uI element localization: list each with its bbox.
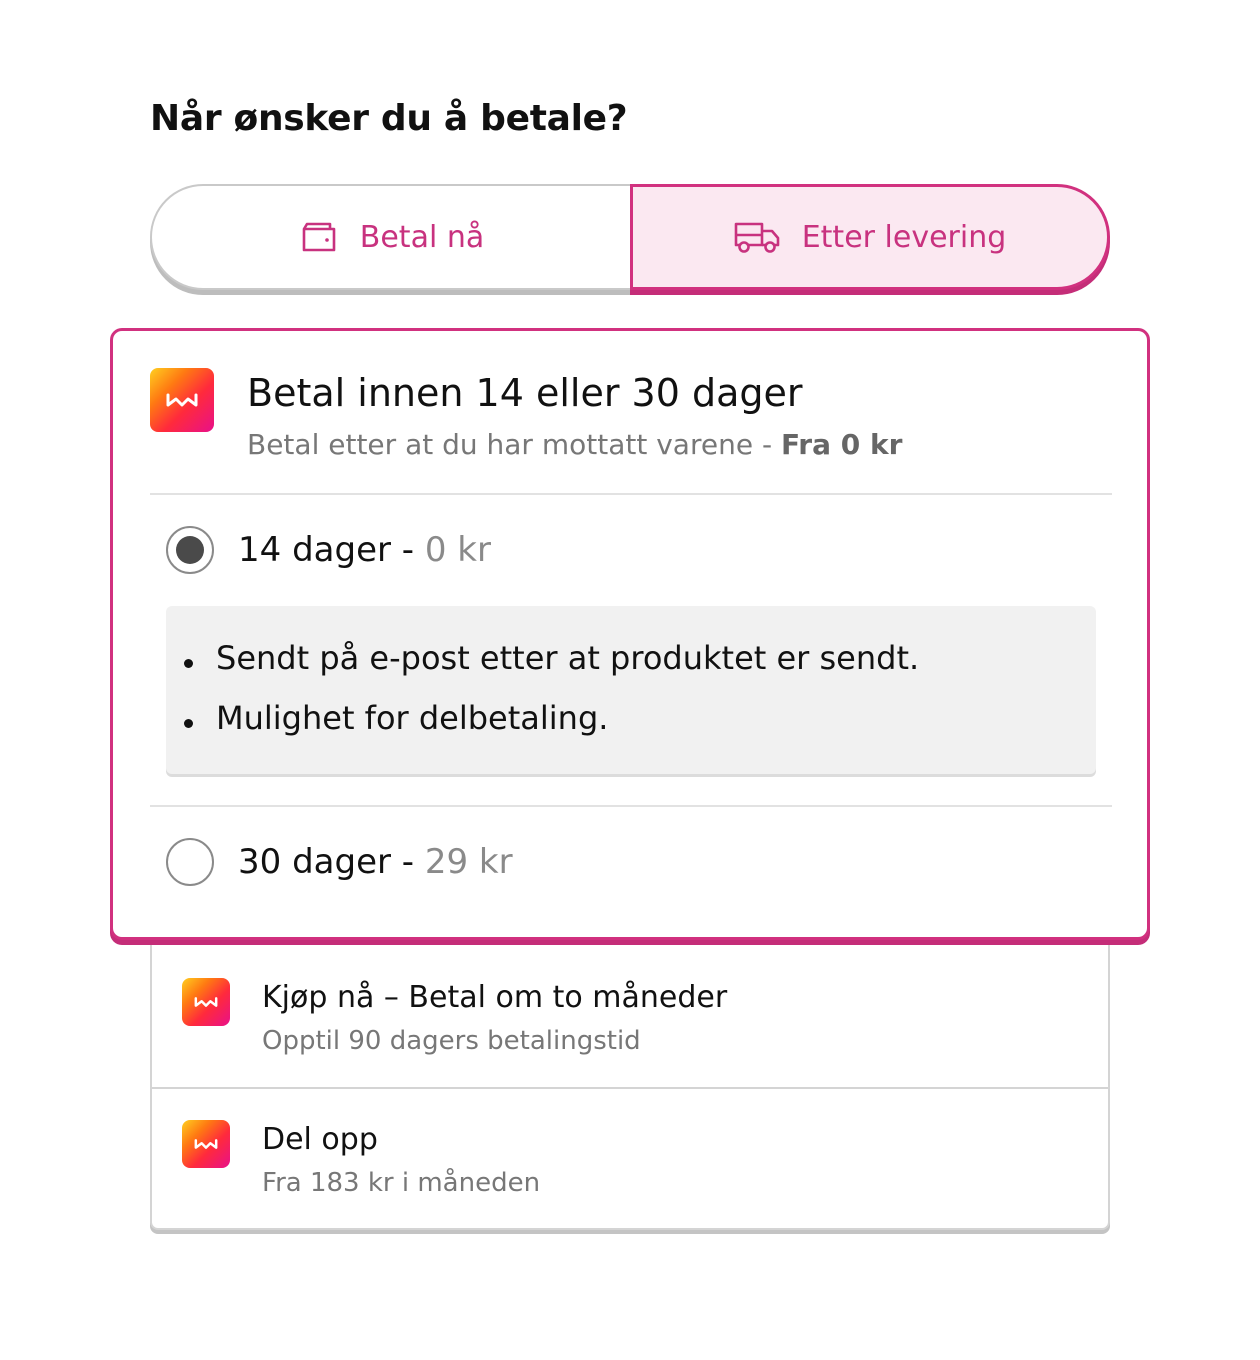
page-heading: Når ønsker du å betale? (150, 98, 628, 139)
pay-within-card[interactable]: Betal innen 14 eller 30 dager Betal ette… (110, 328, 1150, 940)
option-buy-now-pay-later[interactable]: Kjøp nå – Betal om to måneder Opptil 90 … (152, 938, 1108, 1080)
payment-timing-toggle: Betal nå Etter levering (150, 184, 1110, 298)
pay-now-tab[interactable]: Betal nå (150, 184, 632, 290)
walley-logo-icon (150, 368, 214, 432)
card-subtitle-price: Fra 0 kr (780, 428, 903, 461)
option-30-days-price: 29 kr (424, 842, 513, 882)
after-delivery-tab[interactable]: Etter levering (630, 184, 1110, 290)
option-30-days-label[interactable]: 30 dager - 29 kr (238, 842, 513, 882)
option-14-days-label[interactable]: 14 dager - 0 kr (238, 530, 491, 570)
option-split-payment[interactable]: Del opp Fra 183 kr i måneden (152, 1089, 1108, 1231)
option-info-box: Sendt på e-post etter at produktet er se… (166, 606, 1096, 774)
option-subtitle: Fra 183 kr i måneden (262, 1168, 541, 1198)
other-payment-options: Kjøp nå – Betal om to måneder Opptil 90 … (150, 938, 1110, 1230)
walley-logo-icon (182, 978, 230, 1026)
card-subtitle: Betal etter at du har mottatt varene - F… (247, 428, 903, 461)
radio-14-days[interactable] (166, 526, 214, 574)
card-divider (150, 493, 1112, 495)
option-14-days-price: 0 kr (424, 530, 491, 570)
after-delivery-label: Etter levering (801, 219, 1007, 255)
pay-now-label: Betal nå (359, 219, 485, 255)
wallet-icon (300, 220, 338, 254)
card-title: Betal innen 14 eller 30 dager (247, 371, 803, 415)
info-bullet: Sendt på e-post etter at produktet er se… (183, 639, 920, 677)
radio-30-days[interactable] (166, 838, 214, 886)
walley-logo-icon (182, 1120, 230, 1168)
truck-icon (734, 220, 780, 254)
option-title: Kjøp nå – Betal om to måneder (262, 980, 728, 1015)
option-subtitle: Opptil 90 dagers betalingstid (262, 1026, 641, 1056)
info-bullet: Mulighet for delbetaling. (183, 699, 609, 737)
card-divider (150, 805, 1112, 807)
option-title: Del opp (262, 1122, 378, 1157)
